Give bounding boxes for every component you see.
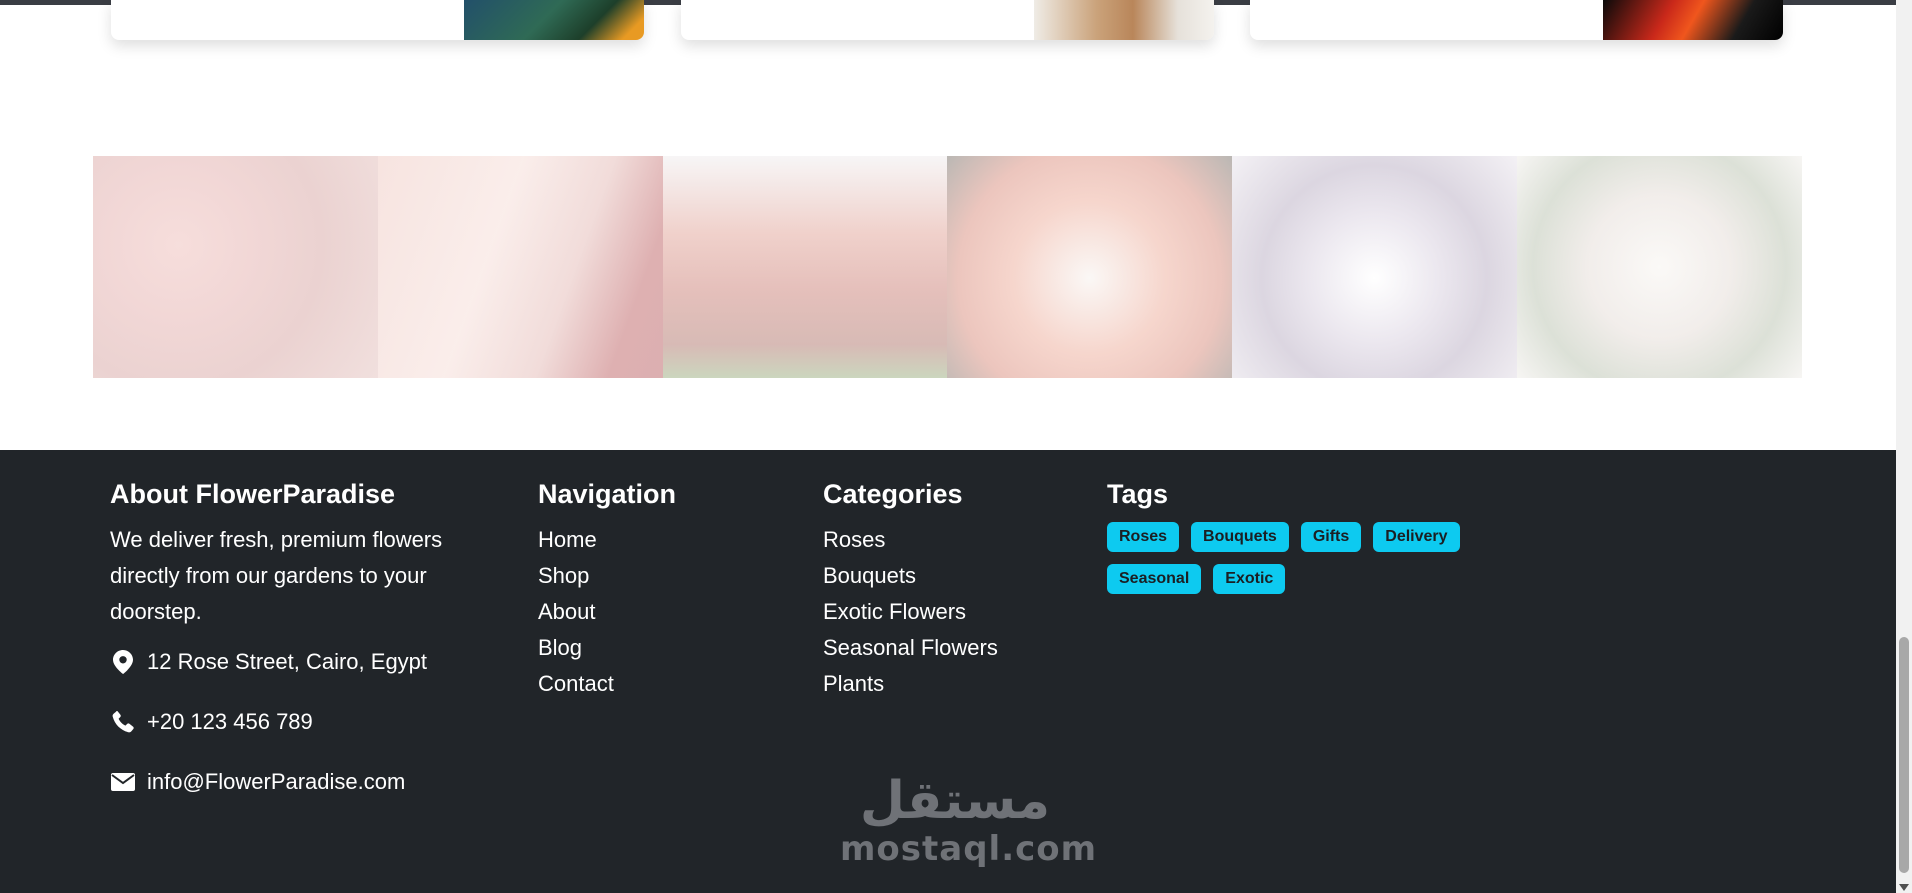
footer-nav-link-contact[interactable]: Contact bbox=[538, 666, 676, 702]
mostaql-watermark: مستقل mostaql.com bbox=[840, 771, 1098, 869]
footer-category-link-plants[interactable]: Plants bbox=[823, 666, 998, 702]
tag-bouquets[interactable]: Bouquets bbox=[1191, 522, 1289, 552]
watermark-arabic-text: مستقل bbox=[859, 771, 1051, 831]
footer-phone-text: +20 123 456 789 bbox=[147, 709, 313, 734]
footer-categories-list: Roses Bouquets Exotic Flowers Seasonal F… bbox=[823, 522, 998, 702]
scroll-down-arrow-icon[interactable] bbox=[1899, 884, 1909, 891]
footer-category-link-seasonal-flowers[interactable]: Seasonal Flowers bbox=[823, 630, 998, 666]
footer-about-text: We deliver fresh, premium flowers direct… bbox=[110, 527, 443, 624]
product-card[interactable] bbox=[681, 0, 1214, 40]
footer-about-title: About FlowerParadise bbox=[110, 479, 396, 509]
product-image[interactable] bbox=[464, 0, 644, 40]
gallery-image[interactable] bbox=[377, 156, 663, 378]
flower-gallery bbox=[93, 156, 1802, 378]
gallery-image[interactable] bbox=[1517, 156, 1802, 378]
tag-roses[interactable]: Roses bbox=[1107, 522, 1180, 552]
footer-tag-list: Roses Bouquets Gifts Delivery Seasonal E… bbox=[1107, 522, 1507, 606]
product-image[interactable] bbox=[1603, 0, 1783, 40]
footer-email: info@FlowerParadise.com bbox=[110, 764, 500, 800]
gallery-image[interactable] bbox=[662, 156, 948, 378]
envelope-icon bbox=[110, 769, 136, 795]
gallery-image[interactable] bbox=[1232, 156, 1518, 378]
footer-category-link-roses[interactable]: Roses bbox=[823, 522, 998, 558]
footer-categories-title: Categories bbox=[823, 479, 963, 509]
gallery-image[interactable] bbox=[947, 156, 1233, 378]
footer-email-text[interactable]: info@FlowerParadise.com bbox=[147, 769, 405, 795]
gallery-image[interactable] bbox=[93, 156, 378, 378]
footer-navigation-column: Navigation Home Shop About Blog Contact bbox=[538, 476, 676, 702]
footer-address: 12 Rose Street, Cairo, Egypt bbox=[110, 644, 500, 680]
footer-address-text: 12 Rose Street, Cairo, Egypt bbox=[147, 649, 428, 674]
footer-nav-link-home[interactable]: Home bbox=[538, 522, 676, 558]
phone-icon bbox=[110, 709, 136, 735]
footer-category-link-exotic-flowers[interactable]: Exotic Flowers bbox=[823, 594, 998, 630]
tag-seasonal[interactable]: Seasonal bbox=[1107, 564, 1202, 594]
footer-navigation-list: Home Shop About Blog Contact bbox=[538, 522, 676, 702]
tag-exotic[interactable]: Exotic bbox=[1213, 564, 1286, 594]
watermark-latin-text: mostaql.com bbox=[840, 829, 1098, 869]
product-card[interactable] bbox=[111, 0, 644, 40]
footer-nav-link-shop[interactable]: Shop bbox=[538, 558, 676, 594]
product-image[interactable] bbox=[1034, 0, 1214, 40]
footer-tags-title: Tags bbox=[1107, 479, 1169, 509]
footer-nav-link-about[interactable]: About bbox=[538, 594, 676, 630]
tag-gifts[interactable]: Gifts bbox=[1300, 522, 1362, 552]
vertical-scrollbar[interactable] bbox=[1896, 0, 1912, 893]
map-pin-icon bbox=[110, 649, 136, 675]
footer-category-link-bouquets[interactable]: Bouquets bbox=[823, 558, 998, 594]
footer-about-column: About FlowerParadise We deliver fresh, p… bbox=[110, 476, 500, 824]
site-footer: About FlowerParadise We deliver fresh, p… bbox=[0, 450, 1896, 893]
footer-categories-column: Categories Roses Bouquets Exotic Flowers… bbox=[823, 476, 998, 702]
footer-nav-link-blog[interactable]: Blog bbox=[538, 630, 676, 666]
footer-phone: +20 123 456 789 bbox=[110, 704, 500, 740]
footer-navigation-title: Navigation bbox=[538, 479, 677, 509]
scrollbar-thumb[interactable] bbox=[1899, 637, 1909, 873]
footer-tags-column: Tags Roses Bouquets Gifts Delivery Seaso… bbox=[1107, 476, 1507, 606]
product-card[interactable] bbox=[1250, 0, 1783, 40]
tag-delivery[interactable]: Delivery bbox=[1373, 522, 1460, 552]
